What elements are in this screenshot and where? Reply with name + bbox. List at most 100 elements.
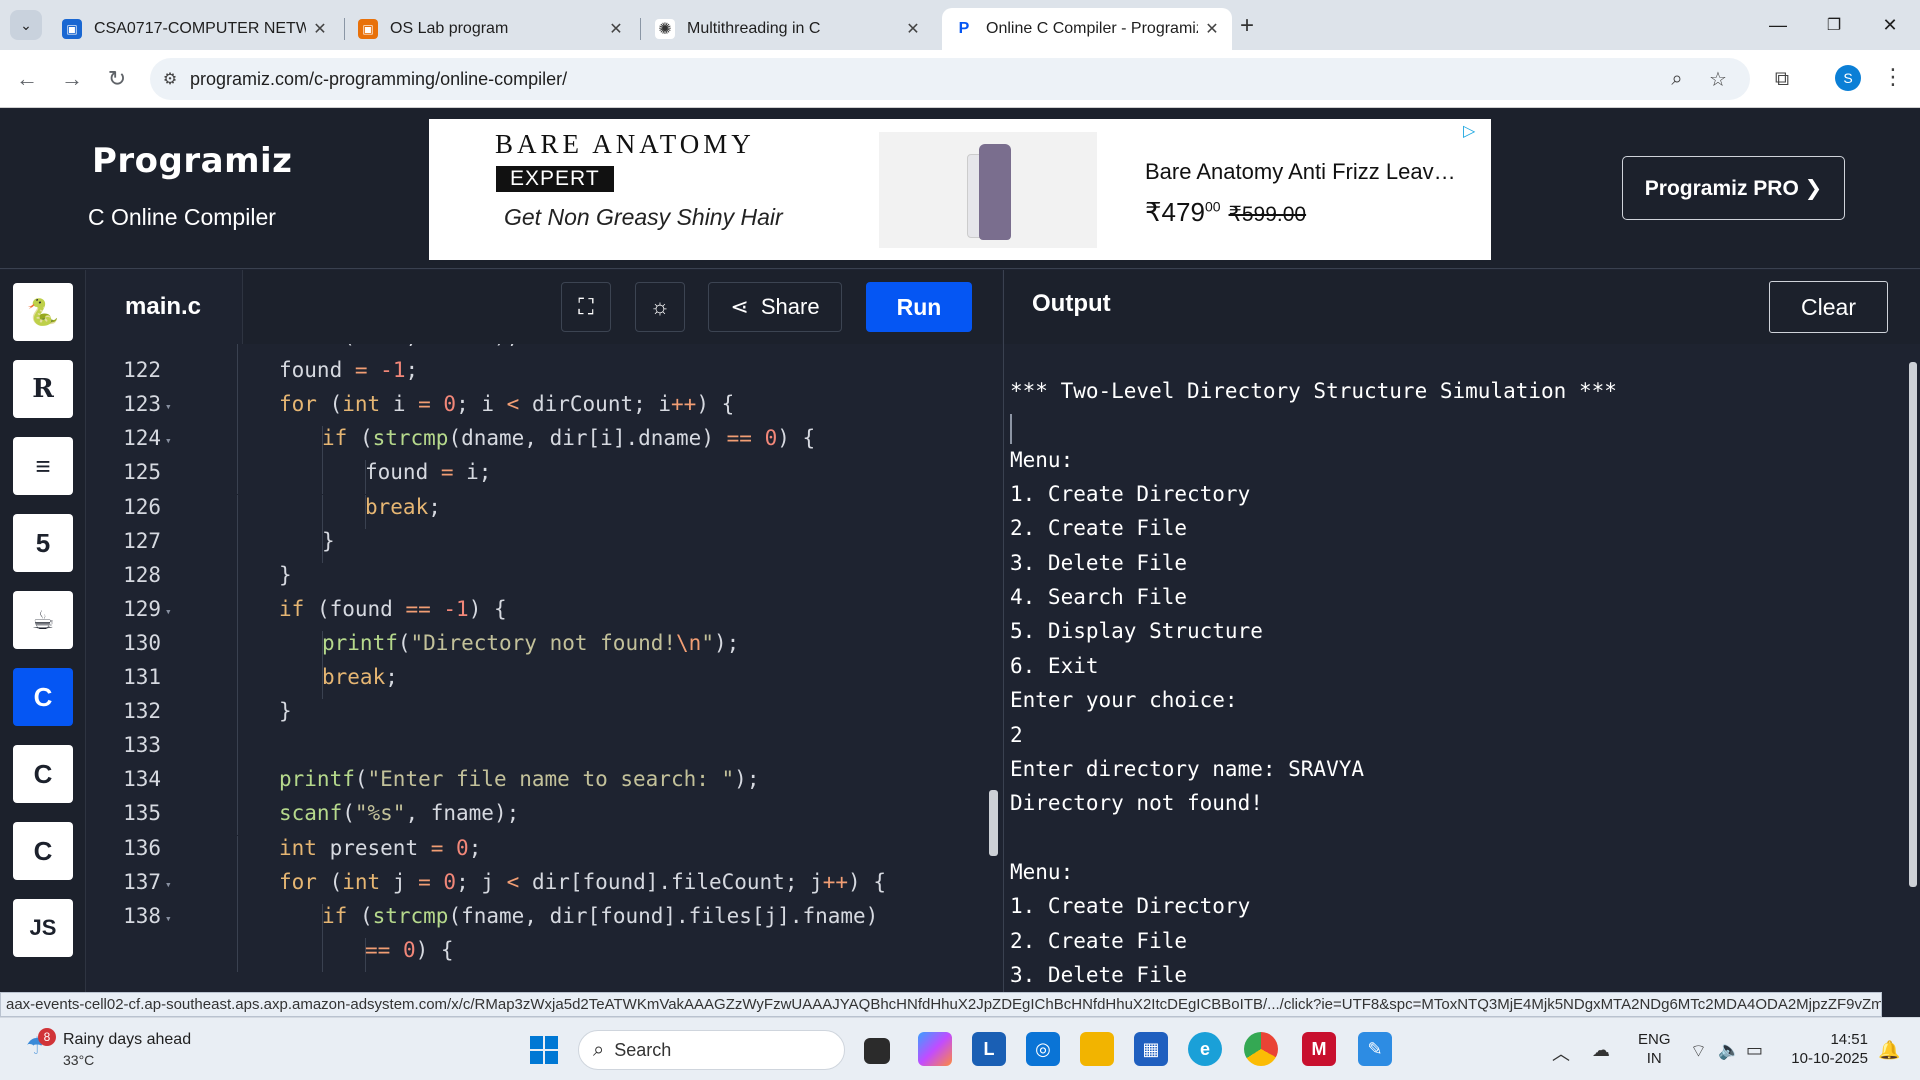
- status-link-url: aax-events-cell02-cf.ap-southeast.aps.ax…: [0, 992, 1882, 1017]
- code-text: for (int j = 0; j < dir[found].fileCount…: [279, 869, 886, 894]
- restore-icon[interactable]: ❐: [1814, 10, 1854, 40]
- output-line: Directory not found!: [1010, 791, 1263, 816]
- tab-title: CSA0717-COMPUTER NETWOR: [94, 20, 306, 37]
- browser-tab-strip: ⌄ ▣ CSA0717-COMPUTER NETWOR ✕ ▣ OS Lab p…: [0, 0, 1920, 50]
- wifi-icon[interactable]: ⌔: [1690, 1040, 1707, 1063]
- forward-arrow-icon[interactable]: →: [57, 64, 87, 94]
- javascript-icon[interactable]: JS: [13, 899, 73, 957]
- task-view-icon[interactable]: [864, 1038, 890, 1064]
- browser-tab-3[interactable]: ✺ Multithreading in C ✕: [643, 8, 933, 50]
- r-lang-icon[interactable]: R: [13, 360, 73, 418]
- python-icon[interactable]: 🐍: [13, 283, 73, 341]
- fold-arrow-icon[interactable]: ▾: [165, 912, 172, 925]
- clear-button[interactable]: Clear: [1769, 281, 1888, 333]
- teams-l-icon[interactable]: L: [972, 1032, 1006, 1066]
- language-sidebar: 🐍 R ≡ 5 ☕ C C C JS: [0, 270, 86, 992]
- google-classroom-icon: ▣: [62, 19, 82, 39]
- file-tab-main-c[interactable]: main.c: [87, 270, 243, 344]
- ad-product-image: [879, 132, 1097, 248]
- zoom-icon[interactable]: ⌕: [1662, 64, 1692, 94]
- bookmark-star-icon[interactable]: ☆: [1703, 64, 1733, 94]
- browser-tab-1[interactable]: ▣ CSA0717-COMPUTER NETWOR ✕: [50, 8, 340, 50]
- file-explorer-icon[interactable]: [1080, 1032, 1114, 1066]
- java-icon[interactable]: ☕: [13, 591, 73, 649]
- microsoft-store-icon[interactable]: ▦: [1134, 1032, 1168, 1066]
- battery-icon[interactable]: ▭: [1746, 1040, 1763, 1061]
- show-hidden-icons-chevron-icon[interactable]: ︿: [1552, 1040, 1570, 1066]
- output-console[interactable]: *** Two-Level Directory Structure Simula…: [1003, 344, 1920, 992]
- output-line: 3. Delete File: [1010, 962, 1188, 987]
- code-editor[interactable]: 121 scanf("%s", dname); 122 found = -1; 123 ▾…: [87, 344, 1002, 992]
- programiz-icon: P: [954, 19, 974, 39]
- fold-arrow-icon[interactable]: ▾: [165, 400, 172, 413]
- close-tab-icon[interactable]: ✕: [602, 19, 630, 39]
- output-line: 4. Search File: [1010, 585, 1188, 610]
- code-line: 136 int present = 0;: [87, 835, 1002, 870]
- site-header: Programiz C Online Compiler BARE ANATOMY…: [0, 109, 1920, 269]
- html5-icon[interactable]: 5: [13, 514, 73, 572]
- fold-arrow-icon[interactable]: ▾: [165, 434, 172, 447]
- extensions-icon[interactable]: ⧉: [1767, 64, 1797, 94]
- notification-bell-icon[interactable]: 🔔: [1878, 1040, 1900, 1061]
- reload-icon[interactable]: ↻: [102, 64, 132, 94]
- windows-start-icon[interactable]: [530, 1036, 558, 1064]
- share-button[interactable]: ⋖ Share: [708, 282, 842, 332]
- code-text: }: [322, 528, 335, 553]
- snipping-tool-icon[interactable]: ✎: [1358, 1032, 1392, 1066]
- fullscreen-icon[interactable]: ⛶: [561, 282, 611, 332]
- tab-search-button[interactable]: ⌄: [10, 10, 42, 40]
- advertisement-banner[interactable]: BARE ANATOMY EXPERT Get Non Greasy Shiny…: [429, 119, 1491, 260]
- new-tab-button[interactable]: +: [1240, 12, 1254, 40]
- text-cursor: [1010, 414, 1012, 444]
- app-window-icon[interactable]: ◎: [1026, 1032, 1060, 1066]
- ad-old-price: ₹599.00: [1228, 203, 1307, 226]
- close-tab-icon[interactable]: ✕: [1198, 19, 1226, 39]
- mcafee-icon[interactable]: M: [1302, 1032, 1336, 1066]
- volume-icon[interactable]: 🔈: [1718, 1040, 1740, 1061]
- fold-arrow-icon[interactable]: ▾: [165, 878, 172, 891]
- menu-kebab-icon[interactable]: ⋮: [1882, 64, 1904, 90]
- line-number: 136: [123, 835, 161, 860]
- url-input[interactable]: ⚙ programiz.com/c-programming/online-com…: [150, 58, 1750, 100]
- windows-taskbar: ☂ 8 Rainy days ahead 33°C ⌕ Search L ◎ ▦…: [0, 1017, 1920, 1080]
- weather-text[interactable]: Rainy days ahead: [63, 1031, 191, 1049]
- close-tab-icon[interactable]: ✕: [899, 19, 927, 39]
- edge-icon[interactable]: e: [1188, 1032, 1222, 1066]
- adchoices-icon[interactable]: ▷: [1463, 121, 1481, 140]
- c-lang-icon[interactable]: C: [13, 668, 73, 726]
- fold-arrow-icon[interactable]: ▾: [165, 605, 172, 618]
- input-language-indicator[interactable]: ENG IN: [1638, 1030, 1671, 1068]
- run-button[interactable]: Run: [866, 282, 972, 332]
- minimize-icon[interactable]: —: [1758, 10, 1798, 40]
- taskbar-search-input[interactable]: ⌕ Search: [578, 1030, 845, 1070]
- profile-avatar[interactable]: S: [1835, 65, 1861, 91]
- browser-tab-2[interactable]: ▣ OS Lab program ✕: [346, 8, 636, 50]
- code-text: scanf("%s", dname);: [279, 344, 519, 348]
- chatgpt-icon: ✺: [655, 19, 675, 39]
- sql-database-icon[interactable]: ≡: [13, 437, 73, 495]
- close-window-icon[interactable]: ✕: [1870, 10, 1910, 40]
- code-line: 121 scanf("%s", dname);: [87, 344, 1002, 358]
- google-classroom-icon: ▣: [358, 19, 378, 39]
- indent-guide: [237, 596, 238, 631]
- back-arrow-icon[interactable]: ←: [12, 64, 42, 94]
- code-scrollbar[interactable]: [989, 790, 998, 856]
- onedrive-cloud-icon[interactable]: ☁: [1592, 1040, 1610, 1061]
- theme-toggle-sun-icon[interactable]: ☼: [635, 282, 685, 332]
- output-scrollbar[interactable]: [1909, 362, 1917, 887]
- programiz-logo[interactable]: Programiz: [92, 141, 292, 181]
- indent-guide: [237, 358, 238, 393]
- programiz-pro-button[interactable]: Programiz PRO ❯: [1622, 156, 1845, 220]
- chrome-icon[interactable]: [1244, 1032, 1278, 1066]
- csharp-icon[interactable]: C: [13, 822, 73, 880]
- site-info-icon[interactable]: ⚙: [150, 69, 190, 89]
- system-clock[interactable]: 14:51 10-10-2025: [1788, 1030, 1868, 1068]
- ad-tagline: Get Non Greasy Shiny Hair: [504, 204, 783, 230]
- code-line: 133: [87, 733, 1002, 768]
- browser-tab-active[interactable]: P Online C Compiler - Programiz ✕: [942, 8, 1232, 50]
- close-tab-icon[interactable]: ✕: [306, 19, 334, 39]
- indent-guide: [237, 903, 238, 938]
- copilot-icon[interactable]: [918, 1032, 952, 1066]
- cpp-icon[interactable]: C: [13, 745, 73, 803]
- indent-guide: [237, 460, 238, 495]
